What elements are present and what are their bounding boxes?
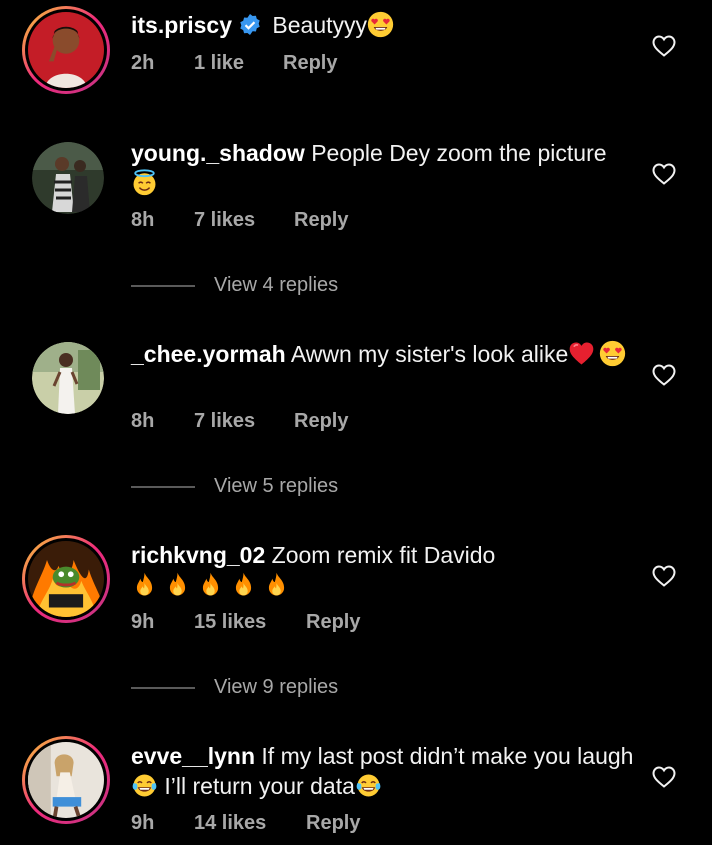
like-heart-icon[interactable] <box>652 163 676 185</box>
heart-eyes-icon <box>599 340 626 367</box>
fire-icon <box>164 571 191 598</box>
comment-likes[interactable]: 1 like <box>194 52 244 75</box>
fire-icon <box>230 571 257 598</box>
comment-time: 9h <box>131 611 155 633</box>
avatar[interactable] <box>22 736 110 824</box>
comment-username[interactable]: its.priscy <box>131 12 232 38</box>
comment-time: 2h <box>131 52 155 74</box>
reply-button[interactable]: Reply <box>306 611 360 634</box>
avatar[interactable] <box>22 6 110 94</box>
view-replies-label: View 4 replies <box>214 274 339 296</box>
avatar[interactable] <box>32 142 104 214</box>
like-heart-icon[interactable] <box>652 565 676 587</box>
comment-text: Awwn my sister's look alike <box>290 341 569 367</box>
reply-divider <box>131 687 195 689</box>
comment-username[interactable]: _chee.yormah <box>131 341 286 367</box>
comment-likes[interactable]: 15 likes <box>194 611 266 634</box>
comment-text-part1: If my last post didn’t make you laugh <box>261 743 634 769</box>
fire-icon <box>197 571 224 598</box>
avatar-image <box>32 142 104 214</box>
avatar-image <box>28 541 104 617</box>
verified-badge-icon <box>240 14 260 35</box>
comment-likes[interactable]: 7 likes <box>194 410 255 433</box>
comment-time: 8h <box>131 410 155 432</box>
comment-text-part2: I’ll return your data <box>158 773 355 799</box>
comment-time: 9h <box>131 812 155 834</box>
red-heart-icon <box>568 340 595 367</box>
fire-icon <box>263 571 290 598</box>
reply-divider <box>131 285 195 287</box>
comment-username[interactable]: young._shadow <box>131 140 305 166</box>
tears-of-joy-icon <box>131 772 158 799</box>
reply-button[interactable]: Reply <box>294 410 348 433</box>
comment-likes[interactable]: 7 likes <box>194 209 255 232</box>
fire-icon <box>131 571 158 598</box>
comment-time: 8h <box>131 209 155 231</box>
smiling-halo-icon <box>131 169 158 196</box>
comment-text: Zoom remix fit Davido <box>271 542 496 568</box>
avatar[interactable] <box>32 342 104 414</box>
like-heart-icon[interactable] <box>652 766 676 788</box>
comment-text: Beautyyy <box>272 12 367 38</box>
comment-username[interactable]: evve__lynn <box>131 743 255 769</box>
like-heart-icon[interactable] <box>652 35 676 57</box>
reply-divider <box>131 486 195 488</box>
avatar-image <box>32 342 104 414</box>
tears-of-joy-icon <box>355 772 382 799</box>
comment-text: People Dey zoom the picture <box>311 140 607 166</box>
comment-likes[interactable]: 14 likes <box>194 812 266 835</box>
avatar-image <box>28 12 104 88</box>
like-heart-icon[interactable] <box>652 364 676 386</box>
heart-eyes-icon <box>367 11 394 38</box>
reply-button[interactable]: Reply <box>306 812 360 835</box>
avatar-image <box>28 742 104 818</box>
view-replies-label: View 5 replies <box>214 475 339 497</box>
avatar[interactable] <box>22 535 110 623</box>
reply-button[interactable]: Reply <box>283 52 337 75</box>
view-replies-label: View 9 replies <box>214 676 339 698</box>
reply-button[interactable]: Reply <box>294 209 348 232</box>
comment-username[interactable]: richkvng_02 <box>131 542 265 568</box>
